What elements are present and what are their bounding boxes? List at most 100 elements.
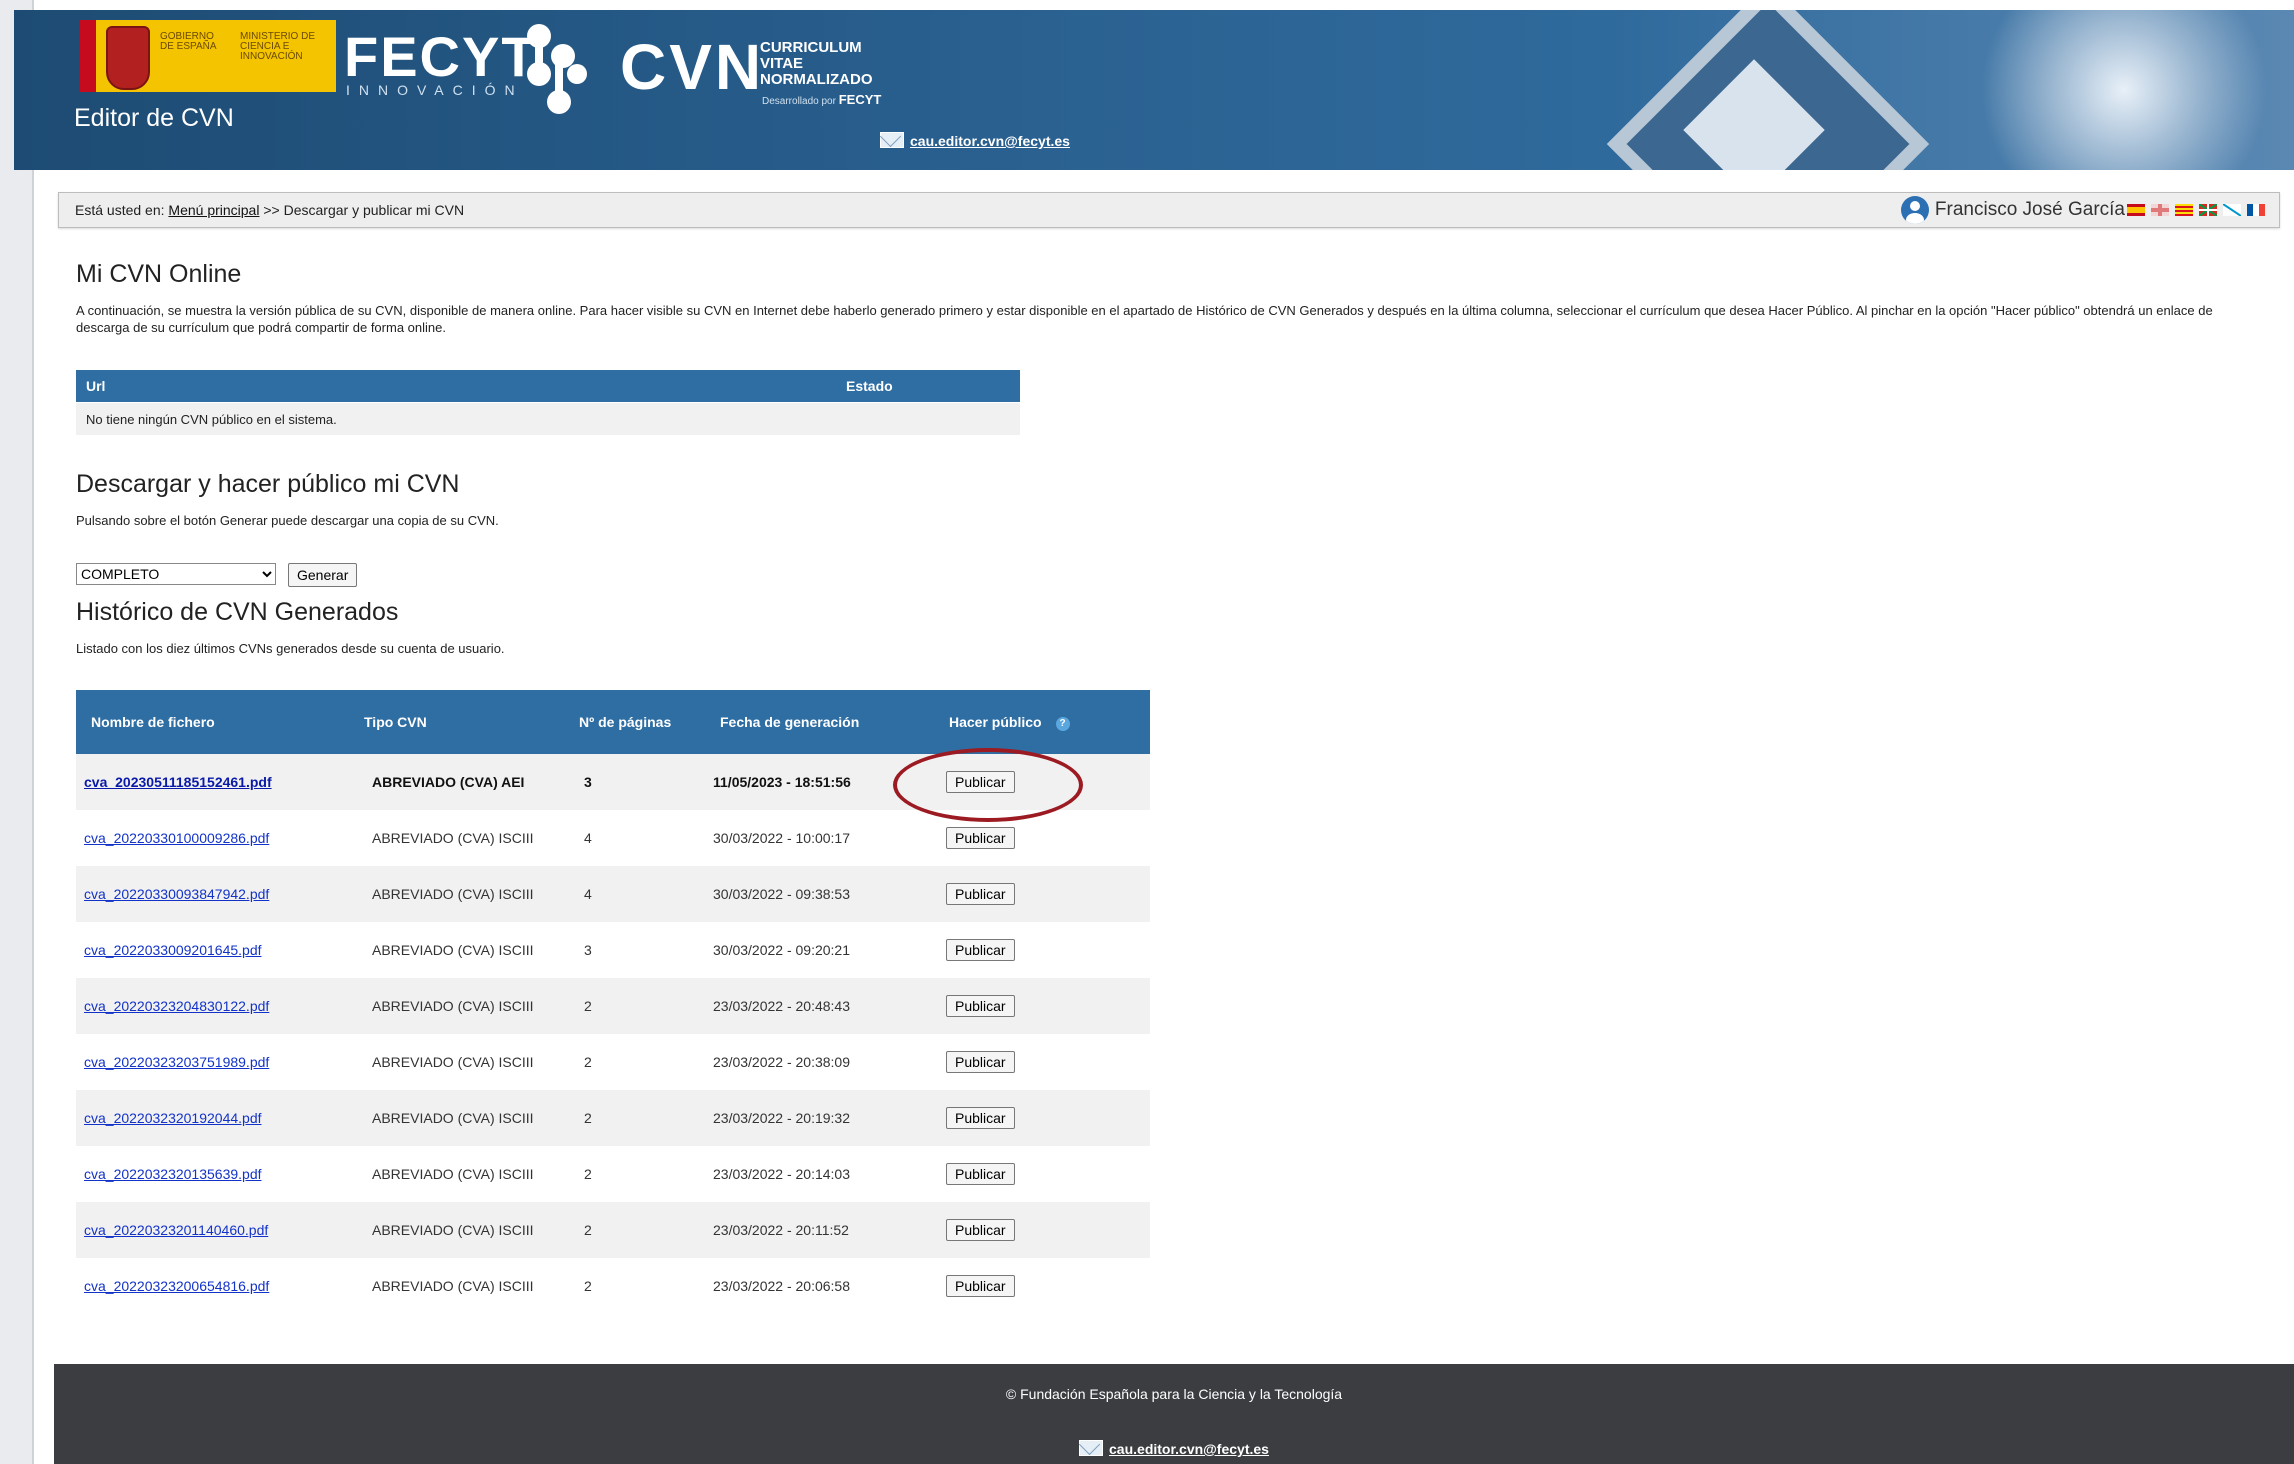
online-section-title: Mi CVN Online <box>76 260 242 288</box>
galician-flag-icon[interactable] <box>2223 204 2241 216</box>
type-cell: ABREVIADO (CVA) ISCIII <box>349 1146 564 1202</box>
file-link[interactable]: cva_20220330093847942.pdf <box>84 886 269 902</box>
file-link[interactable]: cva_20220323201140460.pdf <box>84 1222 268 1238</box>
file-cell: cva_2022033009201645.pdf <box>76 922 349 978</box>
file-cell: cva_20230511185152461.pdf <box>76 754 349 810</box>
english-flag-icon[interactable] <box>2151 204 2169 216</box>
publish-button[interactable]: Publicar <box>946 1107 1015 1129</box>
spanish-flag-icon[interactable] <box>2127 204 2145 216</box>
publish-button[interactable]: Publicar <box>946 883 1015 905</box>
history-section-title: Histórico de CVN Generados <box>76 598 399 626</box>
table-row: cva_20220323201140460.pdf ABREVIADO (CVA… <box>76 1202 1150 1258</box>
table-row: No tiene ningún CVN público en el sistem… <box>76 402 1020 435</box>
generate-controls: COMPLETO Generar <box>76 563 358 587</box>
online-section-description: A continuación, se muestra la versión pú… <box>76 303 2213 335</box>
left-strip <box>0 0 34 1464</box>
publish-button[interactable]: Publicar <box>946 995 1015 1017</box>
basque-flag-icon[interactable] <box>2199 204 2217 216</box>
user-menu[interactable]: Francisco José García <box>1900 196 2125 224</box>
french-flag-icon[interactable] <box>2247 204 2265 216</box>
pages-cell: 2 <box>564 1034 705 1090</box>
file-link[interactable]: cva_20220323200654816.pdf <box>84 1278 269 1294</box>
file-link[interactable]: cva_2022032320135639.pdf <box>84 1166 262 1182</box>
fecyt-mark-icon <box>527 24 587 114</box>
government-logo: GOBIERNO DE ESPAÑA MINISTERIO DE CIENCIA… <box>80 20 336 92</box>
table-row: cva_20220323200654816.pdf ABREVIADO (CVA… <box>76 1258 1150 1314</box>
table-row: cva_2022032320135639.pdf ABREVIADO (CVA)… <box>76 1146 1150 1202</box>
type-cell: ABREVIADO (CVA) ISCIII <box>349 1258 564 1314</box>
breadcrumb-bar: Está usted en: Menú principal >> Descarg… <box>58 192 2280 228</box>
date-column-header: Fecha de generación <box>705 690 934 754</box>
date-cell: 23/03/2022 - 20:11:52 <box>705 1202 934 1258</box>
table-row: cva_20220323203751989.pdf ABREVIADO (CVA… <box>76 1034 1150 1090</box>
date-cell: 23/03/2022 - 20:14:03 <box>705 1146 934 1202</box>
pages-cell: 3 <box>564 754 705 810</box>
fecyt-logo-text: FECYT <box>344 25 538 88</box>
header-email-link[interactable]: cau.editor.cvn@fecyt.es <box>880 132 1070 149</box>
cvn-logo-lines: CURRICULUM VITAE NORMALIZADO <box>760 40 873 88</box>
file-link[interactable]: cva_20220323204830122.pdf <box>84 998 269 1014</box>
date-cell: 23/03/2022 - 20:06:58 <box>705 1258 934 1314</box>
publish-button[interactable]: Publicar <box>946 1163 1015 1185</box>
publish-button[interactable]: Publicar <box>946 1275 1015 1297</box>
file-cell: cva_20220330093847942.pdf <box>76 866 349 922</box>
pages-cell: 3 <box>564 922 705 978</box>
fecyt-logo-subtitle: INNOVACIÓN <box>346 82 524 98</box>
footer-email-link[interactable]: cau.editor.cvn@fecyt.es <box>54 1440 2294 1457</box>
publish-cell: Publicar <box>934 1034 1150 1090</box>
type-column-header: Tipo CVN <box>349 690 564 754</box>
table-row: cva_2022032320192044.pdf ABREVIADO (CVA)… <box>76 1090 1150 1146</box>
file-link[interactable]: cva_20230511185152461.pdf <box>84 774 272 790</box>
date-cell: 30/03/2022 - 10:00:17 <box>705 810 934 866</box>
publish-button[interactable]: Publicar <box>946 827 1015 849</box>
cvn-logo-text: CVN <box>620 31 765 103</box>
user-avatar-icon <box>1900 196 1929 224</box>
type-cell: ABREVIADO (CVA) ISCIII <box>349 978 564 1034</box>
footer-email-text[interactable]: cau.editor.cvn@fecyt.es <box>1109 1441 1269 1457</box>
type-cell: ABREVIADO (CVA) ISCIII <box>349 1202 564 1258</box>
pages-cell: 2 <box>564 978 705 1034</box>
empty-message: No tiene ningún CVN público en el sistem… <box>76 402 1020 435</box>
file-cell: cva_2022032320135639.pdf <box>76 1146 349 1202</box>
user-name[interactable]: Francisco José García <box>1935 199 2125 221</box>
generate-button[interactable]: Generar <box>288 563 358 587</box>
type-cell: ABREVIADO (CVA) ISCIII <box>349 810 564 866</box>
table-row: cva_2022033009201645.pdf ABREVIADO (CVA)… <box>76 922 1150 978</box>
file-link[interactable]: cva_20220323203751989.pdf <box>84 1054 269 1070</box>
language-selector <box>2127 204 2265 216</box>
header-email-text[interactable]: cau.editor.cvn@fecyt.es <box>910 133 1070 149</box>
type-cell: ABREVIADO (CVA) ISCIII <box>349 922 564 978</box>
file-link[interactable]: cva_2022032320192044.pdf <box>84 1110 262 1126</box>
type-cell: ABREVIADO (CVA) ISCIII <box>349 1090 564 1146</box>
make-public-column-header: Hacer público? <box>934 690 1150 754</box>
publish-button[interactable]: Publicar <box>946 1051 1015 1073</box>
publish-cell: Publicar <box>934 1202 1150 1258</box>
file-link[interactable]: cva_2022033009201645.pdf <box>84 942 262 958</box>
coat-of-arms-icon <box>106 26 150 90</box>
pages-cell: 2 <box>564 1202 705 1258</box>
app-title: Editor de CVN <box>74 104 234 132</box>
table-row: cva_20220323204830122.pdf ABREVIADO (CVA… <box>76 978 1150 1034</box>
catalan-flag-icon[interactable] <box>2175 204 2193 216</box>
cvn-type-select[interactable]: COMPLETO <box>76 563 276 585</box>
help-icon[interactable]: ? <box>1055 716 1070 731</box>
breadcrumb-current: >> Descargar y publicar mi CVN <box>263 202 465 218</box>
publish-button[interactable]: Publicar <box>946 1219 1015 1241</box>
date-cell: 23/03/2022 - 20:19:32 <box>705 1090 934 1146</box>
type-cell: ABREVIADO (CVA) ISCIII <box>349 866 564 922</box>
filename-column-header: Nombre de fichero <box>76 690 349 754</box>
breadcrumb-main-menu-link[interactable]: Menú principal <box>168 202 259 218</box>
breadcrumb-prefix: Está usted en: <box>75 202 165 218</box>
publish-cell: Publicar <box>934 922 1150 978</box>
pages-cell: 4 <box>564 866 705 922</box>
cvn-developed-by: Desarrollado por FECYT <box>762 92 881 107</box>
date-cell: 23/03/2022 - 20:38:09 <box>705 1034 934 1090</box>
type-cell: ABREVIADO (CVA) ISCIII <box>349 1034 564 1090</box>
file-link[interactable]: cva_20220330100009286.pdf <box>84 830 269 846</box>
flag-stripe <box>80 20 96 92</box>
publish-button[interactable]: Publicar <box>946 939 1015 961</box>
footer-copyright: © Fundación Española para la Ciencia y l… <box>1005 1386 1343 1402</box>
file-cell: cva_20220323200654816.pdf <box>76 1258 349 1314</box>
gov-logo-line2: MINISTERIO DE CIENCIA E INNOVACIÓN <box>240 31 316 62</box>
date-cell: 23/03/2022 - 20:48:43 <box>705 978 934 1034</box>
